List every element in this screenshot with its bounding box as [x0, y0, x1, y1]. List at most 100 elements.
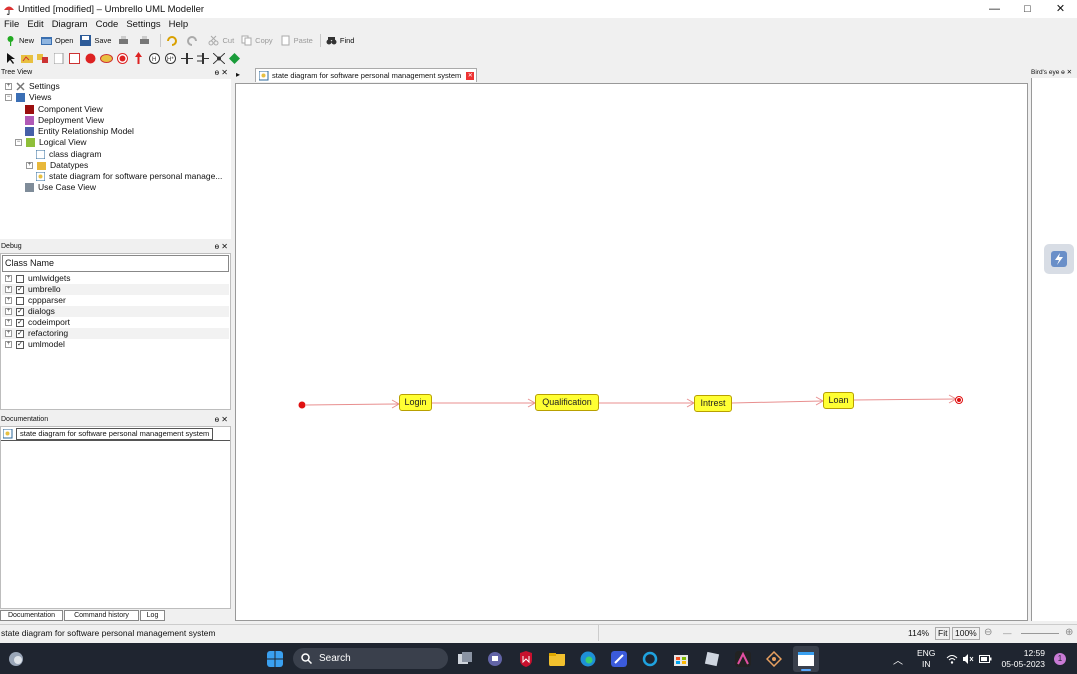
- debug-row[interactable]: + ✓ refactoring: [2, 328, 229, 339]
- join-tool[interactable]: [196, 52, 209, 65]
- history-tool[interactable]: H: [148, 52, 161, 65]
- print-preview-button[interactable]: [139, 35, 153, 46]
- mcafee-icon[interactable]: [518, 651, 534, 667]
- transition-loan-final[interactable]: [853, 398, 958, 401]
- menu-help[interactable]: Help: [165, 18, 193, 31]
- initial-state-tool[interactable]: [84, 52, 97, 65]
- zoom-100-button[interactable]: 100%: [952, 627, 980, 640]
- tree-item-use-case-view[interactable]: Use Case View: [25, 182, 96, 193]
- choice-tool[interactable]: [228, 52, 241, 65]
- undo-button[interactable]: [166, 35, 180, 46]
- state-tool[interactable]: [100, 52, 113, 65]
- state-qualification[interactable]: Qualification: [535, 394, 599, 411]
- birdseye-view[interactable]: [1031, 78, 1077, 621]
- save-button[interactable]: Save: [80, 35, 111, 46]
- initial-state[interactable]: [298, 401, 306, 409]
- state-login[interactable]: Login: [399, 394, 432, 411]
- redo-button[interactable]: [187, 35, 201, 46]
- expand-icon[interactable]: +: [5, 297, 12, 304]
- file-explorer-icon[interactable]: [549, 651, 565, 667]
- cortana-icon[interactable]: [642, 651, 658, 667]
- tree-item-entity-relationship[interactable]: Entity Relationship Model: [25, 126, 134, 137]
- class-name-column-header[interactable]: Class Name: [2, 255, 229, 272]
- zoom-in-icon[interactable]: ⊕: [1065, 625, 1073, 641]
- clock[interactable]: 12:59 05-05-2023: [1000, 648, 1045, 670]
- tab-documentation[interactable]: Documentation: [0, 610, 63, 621]
- end-state-tool[interactable]: [116, 52, 129, 65]
- zoom-slider[interactable]: [1021, 633, 1059, 634]
- expand-icon[interactable]: +: [5, 83, 12, 90]
- language-indicator[interactable]: ENG IN: [917, 648, 935, 670]
- teams-chat-icon[interactable]: [487, 651, 503, 667]
- debug-row[interactable]: + ✓ umlmodel: [2, 339, 229, 350]
- tree-item-state-diagram[interactable]: state diagram for software personal mana…: [36, 171, 222, 182]
- expand-icon[interactable]: +: [5, 341, 12, 348]
- pen-app-icon[interactable]: [611, 651, 627, 667]
- junction-tool[interactable]: [212, 52, 225, 65]
- new-tab-button[interactable]: ▸: [236, 70, 250, 82]
- minimize-button[interactable]: —: [978, 0, 1011, 18]
- find-button[interactable]: Find: [326, 35, 354, 46]
- close-button[interactable]: ✕: [1044, 0, 1077, 18]
- task-view-icon[interactable]: [457, 651, 473, 667]
- expand-icon[interactable]: +: [5, 275, 12, 282]
- transition-tool[interactable]: [132, 52, 145, 65]
- debug-row[interactable]: + ✓ umbrello: [2, 284, 229, 295]
- panel-float-close[interactable]: ɵ ✕: [215, 68, 228, 78]
- zoom-out-icon[interactable]: ⊖: [984, 625, 992, 641]
- expand-icon[interactable]: +: [5, 330, 12, 337]
- panel-float-close[interactable]: ɵ ✕: [215, 242, 228, 252]
- transition-intrest-loan[interactable]: [731, 400, 823, 404]
- new-button[interactable]: New: [5, 35, 34, 46]
- weather-icon[interactable]: [8, 651, 24, 667]
- note-tool[interactable]: [52, 52, 65, 65]
- print-button[interactable]: [118, 35, 132, 46]
- debug-checkbox[interactable]: ✓: [16, 329, 24, 338]
- debug-checkbox[interactable]: ✓: [16, 340, 24, 349]
- tree-item-component-view[interactable]: Component View: [25, 104, 103, 115]
- menu-diagram[interactable]: Diagram: [48, 18, 92, 31]
- chevron-up-icon[interactable]: ︿: [893, 652, 903, 667]
- expand-icon[interactable]: +: [5, 319, 12, 326]
- battery-icon[interactable]: [979, 655, 992, 663]
- transition-initial-login[interactable]: [305, 403, 399, 406]
- edge-browser-icon[interactable]: [580, 651, 596, 667]
- notification-badge[interactable]: 1: [1054, 653, 1066, 665]
- state-loan[interactable]: Loan: [823, 392, 854, 409]
- panel-float-close[interactable]: ɵ ✕: [215, 415, 228, 425]
- tree-item-deployment-view[interactable]: Deployment View: [25, 115, 104, 126]
- taskbar-search-box[interactable]: Search: [293, 648, 448, 669]
- tab-command-history[interactable]: Command history: [64, 610, 139, 621]
- expand-icon[interactable]: +: [5, 286, 12, 293]
- box-tool[interactable]: [68, 52, 81, 65]
- debug-checkbox[interactable]: ✓: [16, 285, 24, 294]
- paste-button[interactable]: Paste: [280, 35, 313, 46]
- tree-item-datatypes[interactable]: + Datatypes: [26, 160, 88, 171]
- diagram-tab[interactable]: state diagram for software personal mana…: [255, 68, 477, 82]
- debug-row[interactable]: + cppparser: [2, 295, 229, 306]
- menu-settings[interactable]: Settings: [122, 18, 164, 31]
- debug-row[interactable]: + ✓ codeimport: [2, 317, 229, 328]
- deep-history-tool[interactable]: H*: [164, 52, 177, 65]
- anchor-tool[interactable]: [20, 52, 33, 65]
- menu-edit[interactable]: Edit: [23, 18, 47, 31]
- tree-item-views[interactable]: − Views: [5, 92, 52, 103]
- maximize-button[interactable]: □: [1011, 0, 1044, 18]
- volume-muted-icon[interactable]: [962, 654, 974, 664]
- tree-item-settings[interactable]: + Settings: [5, 81, 60, 92]
- floating-app-button[interactable]: [1044, 244, 1074, 274]
- debug-checkbox[interactable]: ✓: [16, 318, 24, 327]
- windows-start-icon[interactable]: [267, 651, 283, 667]
- umbrello-taskbar-icon[interactable]: [766, 651, 782, 667]
- menu-file[interactable]: File: [0, 18, 23, 31]
- state-intrest[interactable]: Intrest: [694, 395, 732, 412]
- expand-icon[interactable]: +: [26, 162, 33, 169]
- open-button[interactable]: Open: [41, 35, 73, 46]
- menu-code[interactable]: Code: [92, 18, 123, 31]
- select-arrow-tool[interactable]: [4, 52, 17, 65]
- notes-app-icon[interactable]: [704, 651, 720, 667]
- affinity-icon[interactable]: [735, 651, 751, 667]
- store-icon[interactable]: [673, 651, 689, 667]
- active-app-highlight[interactable]: [793, 646, 819, 672]
- tree-item-class-diagram[interactable]: class diagram: [36, 149, 101, 160]
